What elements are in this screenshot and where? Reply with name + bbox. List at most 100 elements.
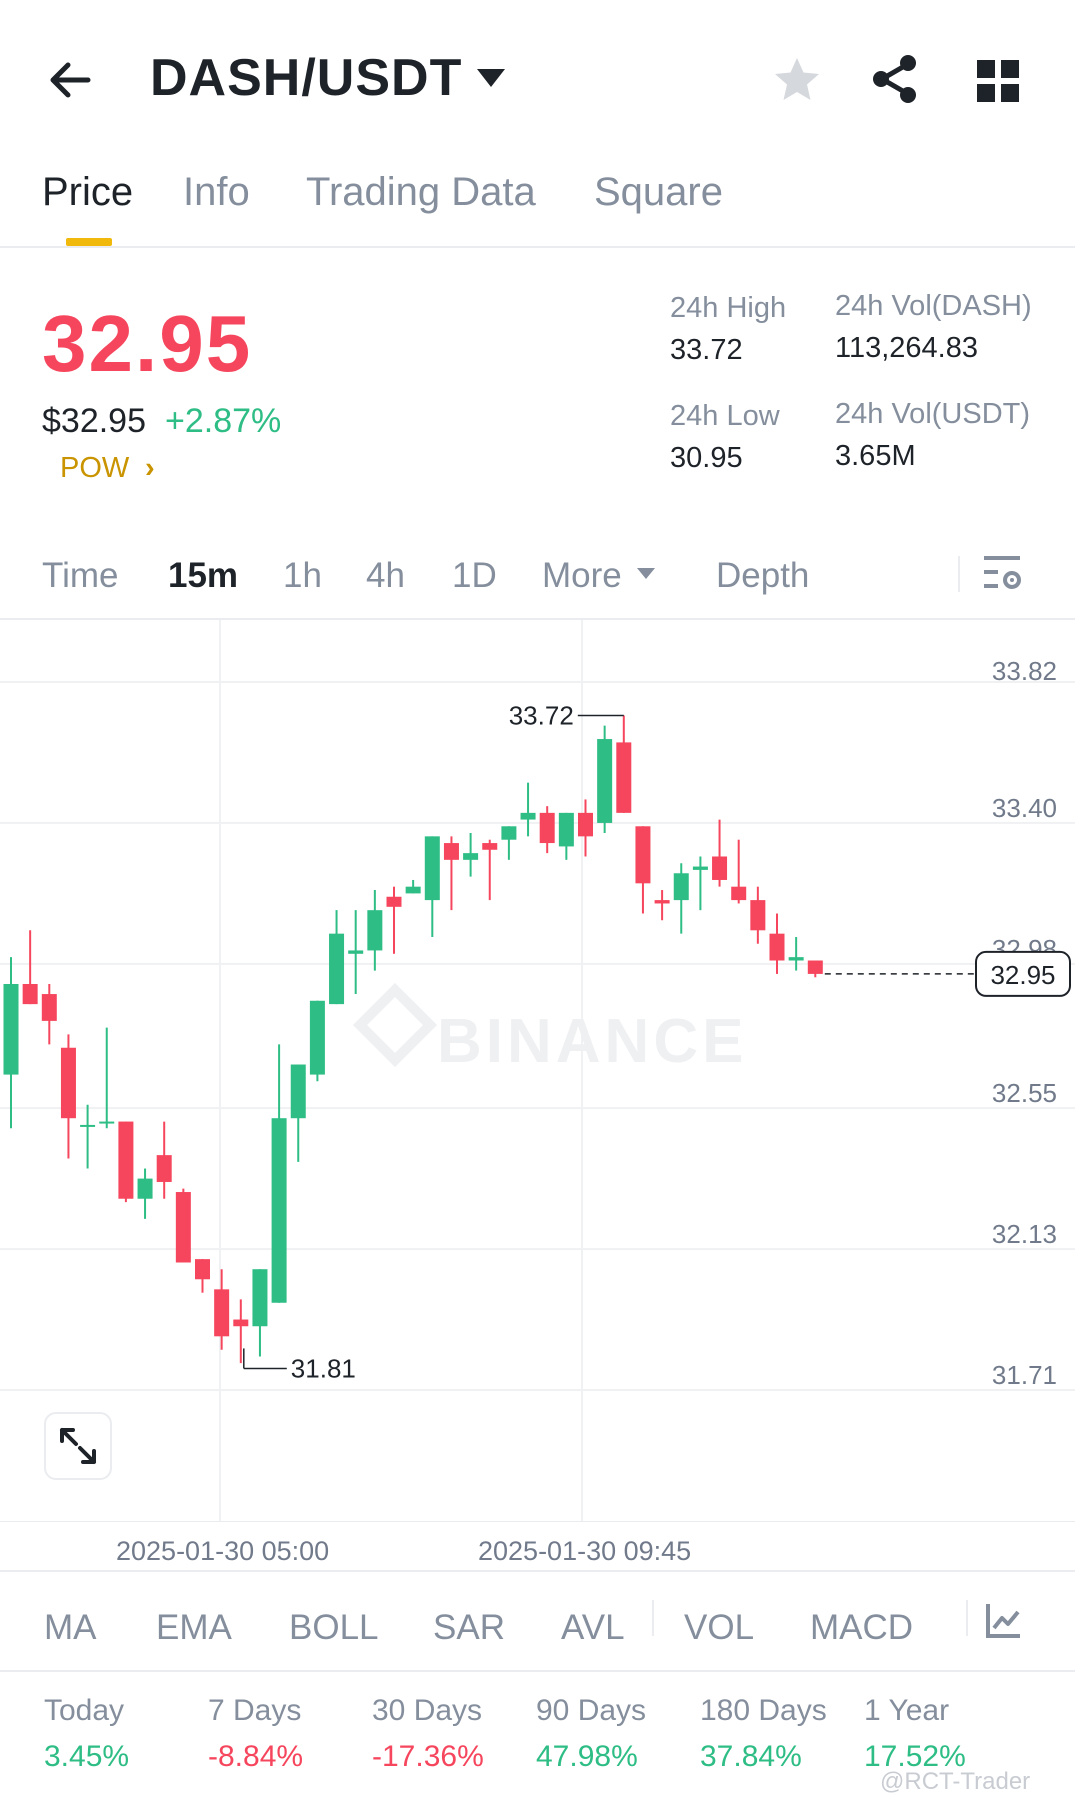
- candle-body: [80, 1124, 96, 1127]
- indicator-macd[interactable]: MACD: [810, 1608, 913, 1648]
- candle-body: [405, 886, 421, 894]
- tab-price[interactable]: Price: [42, 170, 133, 215]
- candle-body: [578, 812, 593, 837]
- vol-quote-label: 24h Vol(USDT): [835, 398, 1031, 430]
- perf-label-90d: 90 Days: [536, 1694, 647, 1727]
- caret-down-icon[interactable]: [636, 566, 656, 580]
- usd-price: $32.95: [42, 402, 146, 440]
- perf-label-7d: 7 Days: [208, 1694, 302, 1727]
- indicator-ma[interactable]: MA: [44, 1608, 97, 1648]
- candle-body: [118, 1121, 134, 1199]
- tab-trading-data[interactable]: Trading Data: [306, 170, 536, 215]
- candle-body: [175, 1192, 191, 1263]
- chevron-right-icon[interactable]: ›: [145, 452, 155, 485]
- candle-body: [214, 1289, 230, 1337]
- candle-body: [443, 843, 459, 860]
- candle-body: [712, 856, 728, 880]
- pow-tag[interactable]: POW: [60, 452, 129, 485]
- candle-body: [673, 873, 689, 901]
- binance-watermark: BINANCE: [437, 1007, 747, 1076]
- candle-body: [195, 1259, 210, 1280]
- indicator-vol[interactable]: VOL: [684, 1608, 754, 1648]
- interval-separator: [958, 556, 960, 592]
- pair-title[interactable]: DASH/USDT: [150, 48, 462, 108]
- candle-body: [654, 900, 670, 904]
- tab-square[interactable]: Square: [594, 170, 723, 215]
- grid-menu-icon[interactable]: [975, 58, 1021, 104]
- candle-body: [348, 950, 364, 954]
- candle-body: [597, 739, 613, 823]
- tab-depth[interactable]: Depth: [716, 556, 809, 596]
- candle-body: [233, 1319, 249, 1327]
- tab-info[interactable]: Info: [183, 170, 250, 215]
- candle-body: [156, 1155, 172, 1182]
- indicator-separator: [652, 1600, 654, 1636]
- candle-body: [22, 983, 38, 1005]
- candle-body: [252, 1269, 268, 1327]
- credit-watermark: @RCT-Trader: [880, 1768, 1031, 1795]
- candle-body: [558, 812, 574, 847]
- y-tick-label: 32.55: [992, 1078, 1057, 1108]
- candle-body: [3, 983, 19, 1075]
- candle-body: [60, 1047, 76, 1119]
- interval-1d[interactable]: 1D: [452, 556, 497, 596]
- y-tick-label: 31.71: [992, 1360, 1057, 1390]
- time-axis-label-1: 2025-01-30 05:00: [116, 1536, 330, 1566]
- interval-4h[interactable]: 4h: [366, 556, 405, 596]
- tabs-divider: [0, 246, 1075, 248]
- high-label: 24h High: [670, 292, 787, 324]
- last-price-label: 32.95: [990, 960, 1055, 990]
- candle-body: [750, 900, 766, 931]
- candle-body: [99, 1121, 115, 1124]
- candle-body: [692, 866, 708, 870]
- low-marker-label: 31.81: [291, 1353, 356, 1383]
- indicator-boll[interactable]: BOLL: [289, 1608, 379, 1648]
- candle-body: [309, 1000, 325, 1075]
- high-value: 33.72: [670, 334, 743, 366]
- candle-body: [731, 886, 747, 901]
- candle-body: [501, 826, 517, 840]
- candle-body: [329, 933, 345, 1005]
- indicator-avl[interactable]: AVL: [561, 1608, 625, 1648]
- expand-chart-button[interactable]: [44, 1412, 112, 1480]
- candle-body: [271, 1118, 287, 1303]
- candle-body: [463, 853, 479, 860]
- candlestick-chart[interactable]: 33.8233.4032.9832.5532.1331.71BINANCE33.…: [0, 620, 1075, 1522]
- time-axis-divider: [0, 1570, 1075, 1572]
- indicator-ema[interactable]: EMA: [156, 1608, 232, 1648]
- candle-body: [41, 994, 57, 1021]
- caret-down-icon[interactable]: [475, 66, 507, 90]
- interval-more[interactable]: More: [542, 556, 622, 596]
- star-icon[interactable]: [772, 55, 822, 105]
- indicator-sar[interactable]: SAR: [433, 1608, 505, 1648]
- high-marker-label: 33.72: [509, 701, 574, 731]
- header-bar: DASH/USDT: [0, 0, 1075, 140]
- interval-15m[interactable]: 15m: [168, 556, 238, 596]
- perf-value-90d: 47.98%: [536, 1740, 638, 1773]
- interval-1h[interactable]: 1h: [283, 556, 322, 596]
- low-value: 30.95: [670, 442, 743, 474]
- y-tick-label: 32.13: [992, 1219, 1057, 1249]
- indicator-divider: [0, 1670, 1075, 1672]
- share-icon[interactable]: [868, 52, 922, 106]
- candle-body: [788, 957, 804, 961]
- active-tab-indicator: [66, 238, 112, 246]
- price-chart[interactable]: 33.82 33.40 32.98 32.55 32.13 31.71 BINANCE 33.…: [0, 620, 1075, 1522]
- candle-body: [386, 896, 402, 907]
- candle-body: [539, 812, 555, 844]
- indicator-separator: [966, 1600, 968, 1636]
- interval-time[interactable]: Time: [42, 556, 118, 596]
- low-label: 24h Low: [670, 400, 780, 432]
- candle-body: [616, 742, 632, 813]
- binance-logo-icon: [352, 982, 438, 1068]
- candle-body: [290, 1064, 306, 1119]
- perf-label-today: Today: [44, 1694, 125, 1727]
- chart-settings-icon[interactable]: [982, 552, 1022, 596]
- vol-base-label: 24h Vol(DASH): [835, 290, 1032, 322]
- candle-body: [635, 826, 651, 884]
- candle-body: [424, 836, 440, 901]
- back-arrow-icon[interactable]: [42, 52, 98, 108]
- perf-value-180d: 37.84%: [700, 1740, 802, 1773]
- indicator-chart-icon[interactable]: [984, 1600, 1024, 1640]
- time-axis-label-2: 2025-01-30 09:45: [478, 1536, 692, 1566]
